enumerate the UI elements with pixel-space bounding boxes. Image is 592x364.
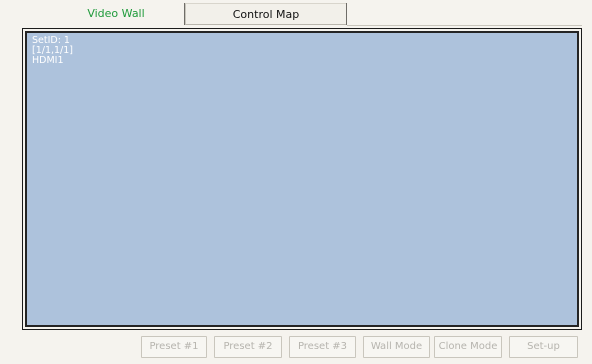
preset-3-button[interactable]: Preset #3: [289, 336, 356, 358]
cell-info: SetID: 1 [1/1,1/1] HDMI1: [32, 36, 73, 66]
wall-cell[interactable]: SetID: 1 [1/1,1/1] HDMI1: [27, 33, 577, 325]
button-bar: Preset #1 Preset #2 Preset #3 Wall Mode …: [0, 336, 592, 358]
tab-bar: Video Wall Control Map: [0, 0, 592, 28]
set-up-button[interactable]: Set-up: [509, 336, 578, 358]
tab-video-wall[interactable]: Video Wall: [48, 3, 184, 25]
video-wall-canvas: SetID: 1 [1/1,1/1] HDMI1: [25, 31, 579, 327]
wall-mode-button[interactable]: Wall Mode: [363, 336, 430, 358]
tab-control-map[interactable]: Control Map: [185, 3, 347, 25]
tab-divider: [346, 3, 347, 25]
clone-mode-button[interactable]: Clone Mode: [434, 336, 502, 358]
preset-2-button[interactable]: Preset #2: [214, 336, 282, 358]
cell-input: HDMI1: [32, 55, 64, 66]
tab-baseline: [347, 25, 582, 26]
video-wall-app: Video Wall Control Map SetID: 1 [1/1,1/1…: [0, 0, 592, 364]
preset-1-button[interactable]: Preset #1: [141, 336, 207, 358]
